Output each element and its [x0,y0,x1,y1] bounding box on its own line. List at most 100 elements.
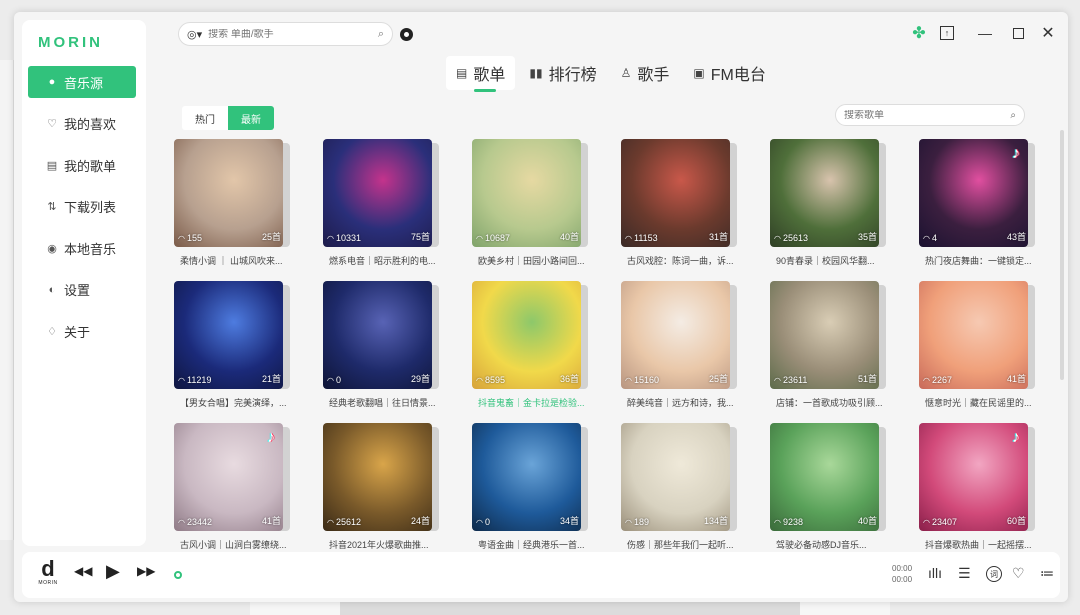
play-count-value: 11219 [186,375,212,385]
sidebar-item-2[interactable]: ▤ 我的歌单 [28,149,136,181]
disc-icon[interactable] [400,28,413,41]
playlist-title[interactable]: 90青春录｜校园风华翻... [776,254,888,267]
maximize-icon[interactable] [1007,22,1029,44]
headphones-icon: ◠ [476,375,483,385]
playlist-card[interactable]: ◠ 15160 25首醉美纯音｜远方和诗，我... [621,281,737,408]
playlist-card[interactable]: ◠ 189 134首伤感｜那些年我们一起听... [621,423,737,549]
playlist-cover[interactable]: ◠ 155 25首 [174,139,283,247]
playlist-title[interactable]: 燃系电音｜昭示胜利的电... [329,254,441,267]
playlist-cover[interactable]: ◠ 9238 40首 [770,423,879,531]
progress-handle[interactable] [174,571,182,579]
tab-3[interactable]: ▣ FM电台 [683,56,775,90]
source-select-icon[interactable]: ◎▾ [187,28,202,41]
playlist-title[interactable]: 古风小调｜山涧白雾缭绕... [180,538,292,549]
playlist-cover[interactable]: ◠ 8595 36首 [472,281,581,389]
playlist-card[interactable]: ♪ ◠ 4 43首热门夜店舞曲：一键锁定... [919,139,1035,266]
sidebar-item-6[interactable]: ♢ 关于 [28,315,136,347]
playlist-title[interactable]: 抖音爆歌热曲｜一起摇摆... [925,538,1037,549]
playlist-title[interactable]: 粤语金曲｜经典港乐一首... [478,538,590,549]
global-search[interactable]: ◎▾ ⌕ [178,22,393,46]
playlist-title[interactable]: 店铺：一首歌成功吸引顾... [776,396,888,409]
playlist-cover[interactable]: ◠ 2267 41首 [919,281,1028,389]
sort-toggle: 热门 最新 [182,106,274,130]
heart-icon[interactable]: ♡ [1012,565,1025,582]
play-mode-icon[interactable]: ☰ [958,565,971,582]
playlist-title[interactable]: 伤感｜那些年我们一起听... [627,538,739,549]
close-icon[interactable]: ✕ [1037,22,1059,44]
playlist-card[interactable]: ◠ 8595 36首抖音鬼畜｜金卡拉是检验... [472,281,588,408]
playlist-cover[interactable]: ◠ 0 34首 [472,423,581,531]
next-icon[interactable]: ▶▶ [137,564,155,578]
playlist-title[interactable]: 抖音2021年火爆歌曲推... [329,538,441,549]
track-count: 36首 [559,374,579,384]
playlist-card[interactable]: ♪ ◠ 23407 60首抖音爆歌热曲｜一起摇摆... [919,423,1035,549]
playlist-cover[interactable]: ◠ 0 29首 [323,281,432,389]
mini-mode-icon[interactable]: ↑ [936,22,958,44]
heart-icon: ♡ [47,118,57,130]
playlist-title[interactable]: 【男女合唱】完美演绎，... [180,396,292,409]
sidebar-item-1[interactable]: ♡ 我的喜欢 [28,108,136,140]
playlist-card[interactable]: ◠ 23611 51首店铺：一首歌成功吸引顾... [770,281,886,408]
playlist-title[interactable]: 驾驶必备动感DJ音乐... [776,538,888,549]
download-icon: ⇅ [47,201,57,213]
playlist-title[interactable]: 柔情小调 ｜ 山城风吹来... [180,254,292,267]
headphones-icon: ◠ [625,517,632,527]
scrollbar[interactable] [1060,130,1064,380]
playlist-search-input[interactable] [844,109,1011,121]
playlist-title[interactable]: 古风戏腔：陈词一曲，诉... [627,254,739,267]
playlist-cover[interactable]: ◠ 10687 40首 [472,139,581,247]
playlist-cover[interactable]: ◠ 11219 21首 [174,281,283,389]
playlist-card[interactable]: ◠ 25613 35首 90青春录｜校园风华翻... [770,139,886,266]
playlist-cover[interactable]: ♪ ◠ 4 43首 [919,139,1028,247]
playlist-card[interactable]: ◠ 0 34首粤语金曲｜经典港乐一首... [472,423,588,549]
playlist-title[interactable]: 惬意时光｜藏在民谣里的... [925,396,1037,409]
playlist-card[interactable]: ◠ 9238 40首驾驶必备动感DJ音乐... [770,423,886,549]
playlist-card[interactable]: ◠ 2267 41首惬意时光｜藏在民谣里的... [919,281,1035,408]
playlist-search[interactable]: ⌕ [835,104,1025,126]
playlist-cover[interactable]: ◠ 15160 25首 [621,281,730,389]
playlist-cover[interactable]: ♪ ◠ 23407 60首 [919,423,1028,531]
playlist-cover[interactable]: ◠ 189 134首 [621,423,730,531]
playlist-cover[interactable]: ◠ 10331 75首 [323,139,432,247]
playlist-card[interactable]: ♪ ◠ 23442 41首古风小调｜山涧白雾缭绕... [174,423,290,549]
playlist-title[interactable]: 醉美纯音｜远方和诗，我... [627,396,739,409]
search-icon[interactable]: ⌕ [1010,110,1016,121]
minimize-icon[interactable]: — [974,22,996,44]
playlist-cover[interactable]: ♪ ◠ 23442 41首 [174,423,283,531]
skin-icon[interactable]: ✤ [908,22,930,44]
playlist-card[interactable]: ◠ 11153 31首古风戏腔：陈词一曲，诉... [621,139,737,266]
sidebar-item-4[interactable]: ◉ 本地音乐 [28,232,136,264]
playlist-card[interactable]: ◠ 0 29首经典老歌翻唱｜往日情景... [323,281,439,408]
sort-option-0[interactable]: 热门 [182,106,228,130]
playlist-card[interactable]: ◠ 155 25首柔情小调 ｜ 山城风吹来... [174,139,290,266]
playlist-cover[interactable]: ◠ 25613 35首 [770,139,879,247]
play-count: ◠ 23442 [178,517,212,527]
playlist-card[interactable]: ◠ 10687 40首欧美乡村｜田园小路间回... [472,139,588,266]
playlist-title[interactable]: 热门夜店舞曲：一键锁定... [925,254,1037,267]
sidebar-item-0[interactable]: ● 音乐源 [28,66,136,98]
queue-icon[interactable]: ≔ [1040,565,1054,582]
playlist-cover[interactable]: ◠ 11153 31首 [621,139,730,247]
tab-2[interactable]: ♙ 歌手 [611,56,680,90]
playlist-title[interactable]: 经典老歌翻唱｜往日情景... [329,396,441,409]
search-icon[interactable]: ⌕ [378,28,384,41]
play-count: ◠ 11219 [178,375,211,385]
playlist-title[interactable]: 抖音鬼畜｜金卡拉是检验... [478,396,590,409]
tab-1[interactable]: ▮▮ 排行榜 [519,56,606,90]
play-icon[interactable]: ▶ [106,561,120,582]
playlist-title[interactable]: 欧美乡村｜田园小路间回... [478,254,590,267]
playlist-card[interactable]: ◠ 25612 24首抖音2021年火爆歌曲推... [323,423,439,549]
sidebar-item-3[interactable]: ⇅ 下载列表 [28,191,136,223]
playlist-card[interactable]: ◠ 11219 21首【男女合唱】完美演绎，... [174,281,290,408]
waveform-icon[interactable]: ıllı [928,565,942,581]
previous-icon[interactable]: ◀◀ [74,564,92,578]
playlist-cover[interactable]: ◠ 25612 24首 [323,423,432,531]
tab-0[interactable]: ▤ 歌单 [446,56,516,92]
lyric-icon[interactable]: 词 [986,566,1002,582]
playlist-cover[interactable]: ◠ 23611 51首 [770,281,879,389]
sidebar-item-5[interactable]: ◐ 设置 [28,274,136,306]
search-input[interactable] [208,28,378,40]
progress-bar[interactable] [174,571,874,579]
sort-option-1[interactable]: 最新 [228,106,274,130]
playlist-card[interactable]: ◠ 10331 75首燃系电音｜昭示胜利的电... [323,139,439,266]
